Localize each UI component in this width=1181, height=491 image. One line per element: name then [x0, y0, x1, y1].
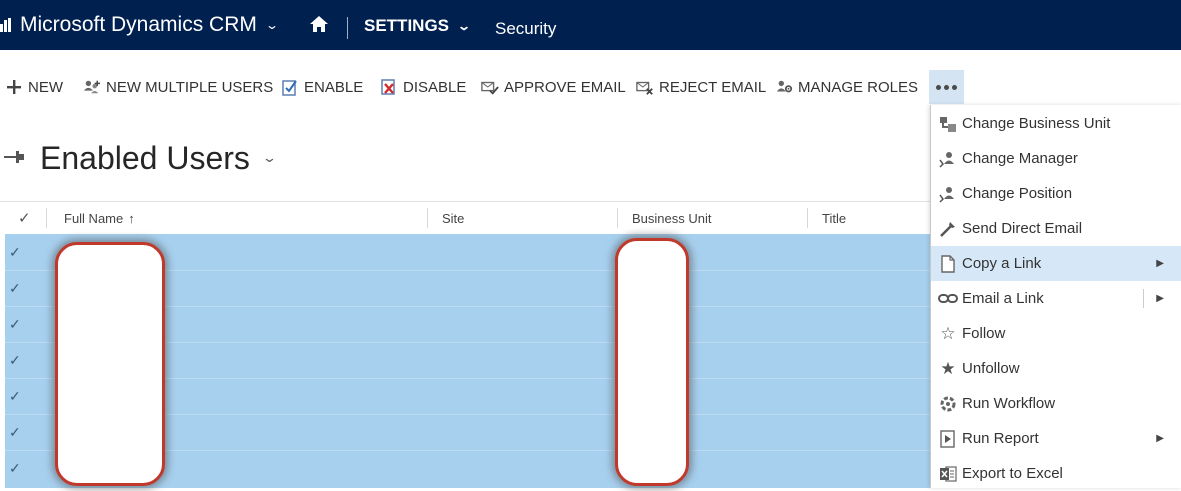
- menu-item-label: Change Business Unit: [962, 115, 1111, 132]
- view-title: Enabled Users: [40, 139, 250, 176]
- chevron-down-icon: ⌄: [261, 150, 277, 165]
- checkmark-icon[interactable]: ✓: [9, 352, 21, 369]
- menu-item-label: Change Position: [962, 185, 1073, 202]
- column-label: Full Name: [64, 210, 124, 226]
- reject-email-label: REJECT EMAIL: [659, 78, 767, 96]
- workflow-icon: [937, 394, 959, 414]
- menu-item-run-report[interactable]: Run Report ▶: [931, 421, 1181, 456]
- direct-email-icon: [937, 219, 959, 239]
- new-label: NEW: [28, 78, 63, 96]
- manage-roles-label: MANAGE ROLES: [798, 78, 919, 96]
- menu-item-label: Follow: [962, 325, 1006, 342]
- menu-item-change-manager[interactable]: Change Manager: [931, 141, 1181, 176]
- new-multiple-users-button[interactable]: NEW MULTIPLE USERS: [83, 70, 273, 104]
- disable-icon: [380, 78, 398, 96]
- reject-email-button[interactable]: REJECT EMAIL: [636, 70, 766, 104]
- menu-item-label: Export to Excel: [962, 465, 1063, 482]
- column-divider: [46, 208, 47, 228]
- redacted-business-unit-column: [615, 238, 689, 486]
- menu-item-run-workflow[interactable]: Run Workflow: [931, 386, 1181, 421]
- home-icon[interactable]: [309, 14, 329, 34]
- brand-menu[interactable]: Microsoft Dynamics CRM ⌄: [0, 0, 279, 50]
- report-icon: [937, 429, 959, 449]
- enable-icon: [281, 78, 299, 96]
- dynamics-logo-icon: [0, 18, 14, 32]
- excel-icon: [937, 464, 959, 484]
- menu-item-email-a-link[interactable]: Email a Link ▶: [931, 281, 1181, 316]
- new-multiple-users-label: NEW MULTIPLE USERS: [106, 78, 274, 96]
- top-navigation-bar: Microsoft Dynamics CRM ⌄ SETTINGS ⌄ Secu…: [0, 0, 1181, 50]
- disable-label: DISABLE: [403, 78, 467, 96]
- view-selector[interactable]: Enabled Users ⌄: [0, 138, 277, 178]
- sort-ascending-icon: ↑: [128, 210, 135, 226]
- plus-icon: [5, 78, 23, 96]
- star-outline-icon: ☆: [940, 323, 956, 343]
- disable-button[interactable]: DISABLE: [380, 70, 466, 104]
- checkmark-icon[interactable]: ✓: [9, 460, 21, 477]
- nav-separator: [347, 17, 348, 39]
- submenu-arrow-icon: ▶: [1156, 258, 1164, 269]
- breadcrumb-security[interactable]: Security: [495, 19, 556, 39]
- chevron-down-icon: ⌄: [264, 18, 279, 32]
- checkmark-icon[interactable]: ✓: [9, 388, 21, 405]
- settings-area-menu[interactable]: SETTINGS ⌄: [364, 16, 472, 36]
- menu-item-follow[interactable]: ☆ Follow: [931, 316, 1181, 351]
- menu-item-change-business-unit[interactable]: Change Business Unit: [931, 106, 1181, 141]
- reject-email-icon: [636, 78, 654, 96]
- menu-item-label: Email a Link: [962, 290, 1044, 307]
- enable-label: ENABLE: [304, 78, 364, 96]
- multiple-users-icon: [83, 78, 101, 96]
- new-button[interactable]: NEW: [5, 70, 63, 104]
- menu-item-label: Change Manager: [962, 150, 1078, 167]
- column-divider: [427, 208, 428, 228]
- checkmark-icon[interactable]: ✓: [9, 280, 21, 297]
- enable-button[interactable]: ENABLE: [281, 70, 363, 104]
- redacted-full-name-column: [55, 242, 165, 486]
- menu-item-label: Run Report: [962, 430, 1039, 447]
- submenu-separator: [1143, 289, 1144, 308]
- copy-link-icon: [937, 254, 959, 274]
- column-header-title[interactable]: Title: [822, 202, 846, 234]
- brand-title: Microsoft Dynamics CRM: [20, 13, 257, 36]
- manager-icon: [937, 149, 959, 169]
- manage-roles-button[interactable]: MANAGE ROLES: [775, 70, 918, 104]
- checkmark-icon[interactable]: ✓: [9, 316, 21, 333]
- menu-item-copy-a-link[interactable]: Copy a Link ▶: [931, 246, 1181, 281]
- approve-email-button[interactable]: APPROVE EMAIL: [481, 70, 626, 104]
- approve-email-label: APPROVE EMAIL: [504, 78, 626, 96]
- menu-item-label: Send Direct Email: [962, 220, 1083, 237]
- select-all-checkbox[interactable]: ✓: [18, 202, 31, 234]
- manage-roles-icon: [775, 78, 793, 96]
- column-divider: [617, 208, 618, 228]
- column-header-site[interactable]: Site: [442, 202, 464, 234]
- menu-item-label: Copy a Link: [962, 255, 1042, 272]
- chevron-down-icon: ⌄: [457, 19, 472, 33]
- star-filled-icon: ★: [940, 358, 956, 378]
- checkmark-icon[interactable]: ✓: [9, 244, 21, 261]
- menu-item-label: Unfollow: [962, 360, 1020, 377]
- settings-label: SETTINGS: [364, 16, 450, 35]
- submenu-arrow-icon: ▶: [1156, 293, 1164, 304]
- checkmark-icon[interactable]: ✓: [9, 424, 21, 441]
- menu-item-label: Run Workflow: [962, 395, 1056, 412]
- approve-email-icon: [481, 78, 499, 96]
- grid-header: ✓ Full Name ↑ Site Business Unit Title: [0, 201, 930, 234]
- position-icon: [937, 184, 959, 204]
- menu-item-change-position[interactable]: Change Position: [931, 176, 1181, 211]
- column-divider: [807, 208, 808, 228]
- grid-body: ✓ ✓ ✓ ✓ ✓ ✓ ✓: [5, 234, 930, 488]
- more-commands-button[interactable]: [929, 70, 964, 104]
- column-header-business-unit[interactable]: Business Unit: [632, 202, 711, 234]
- email-link-icon: [937, 289, 959, 309]
- checkmark-icon: ✓: [18, 210, 31, 227]
- column-header-full-name[interactable]: Full Name ↑: [64, 202, 135, 234]
- menu-item-export-to-excel[interactable]: Export to Excel: [931, 456, 1181, 491]
- pin-icon[interactable]: [4, 147, 30, 170]
- submenu-arrow-icon: ▶: [1156, 433, 1164, 444]
- command-bar: NEW NEW MULTIPLE USERS ENABLE DISABLE AP…: [0, 70, 1181, 104]
- business-unit-icon: [937, 114, 959, 134]
- menu-item-send-direct-email[interactable]: Send Direct Email: [931, 211, 1181, 246]
- menu-item-unfollow[interactable]: ★ Unfollow: [931, 351, 1181, 386]
- more-commands-menu: Change Business Unit Change Manager Chan…: [930, 105, 1181, 488]
